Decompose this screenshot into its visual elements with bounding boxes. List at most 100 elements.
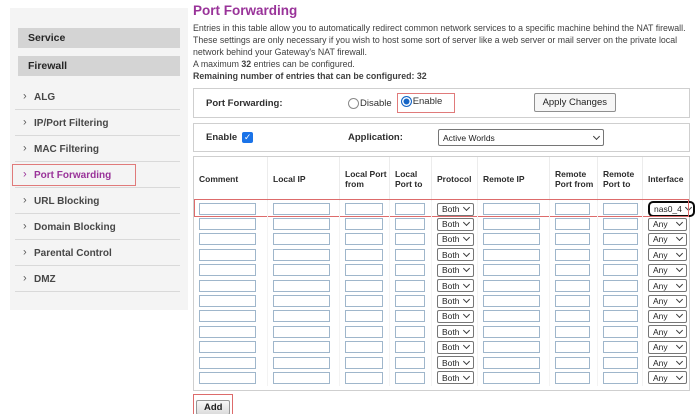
remote-port-from-input[interactable] — [555, 295, 590, 307]
remote-ip-input[interactable] — [483, 203, 540, 215]
remote-ip-input[interactable] — [483, 357, 540, 369]
local-port-from-input[interactable] — [345, 310, 383, 322]
local-ip-input[interactable] — [273, 295, 330, 307]
remote-port-from-input[interactable] — [555, 249, 590, 261]
local-port-to-input[interactable] — [395, 264, 425, 276]
protocol-select[interactable]: Both — [437, 218, 474, 231]
remote-port-to-input[interactable] — [603, 264, 638, 276]
sidebar-item-domain-blocking[interactable]: ›Domain Blocking — [10, 214, 188, 240]
local-ip-input[interactable] — [273, 233, 330, 245]
remote-port-to-input[interactable] — [603, 341, 638, 353]
protocol-select[interactable]: Both — [437, 279, 474, 292]
local-ip-input[interactable] — [273, 341, 330, 353]
local-port-to-input[interactable] — [395, 203, 425, 215]
local-port-to-input[interactable] — [395, 357, 425, 369]
local-port-to-input[interactable] — [395, 326, 425, 338]
remote-ip-input[interactable] — [483, 295, 540, 307]
comment-input[interactable] — [199, 357, 256, 369]
checkbox-checked-icon[interactable]: ✓ — [242, 132, 253, 143]
local-port-from-input[interactable] — [345, 372, 383, 384]
comment-input[interactable] — [199, 203, 256, 215]
local-port-to-input[interactable] — [395, 218, 425, 230]
remote-port-to-input[interactable] — [603, 295, 638, 307]
disable-radio[interactable]: Disable — [348, 98, 392, 109]
protocol-select[interactable]: Both — [437, 248, 474, 261]
local-port-to-input[interactable] — [395, 295, 425, 307]
radio-icon[interactable] — [348, 98, 359, 109]
remote-ip-input[interactable] — [483, 233, 540, 245]
interface-select[interactable]: Any — [648, 371, 687, 384]
comment-input[interactable] — [199, 218, 256, 230]
remote-ip-input[interactable] — [483, 372, 540, 384]
protocol-select[interactable]: Both — [437, 371, 474, 384]
sidebar-item-ip-port-filtering[interactable]: ›IP/Port Filtering — [10, 110, 188, 136]
interface-select[interactable]: Any — [648, 341, 687, 354]
interface-select[interactable]: Any — [648, 325, 687, 338]
comment-input[interactable] — [199, 280, 256, 292]
local-port-from-input[interactable] — [345, 264, 383, 276]
protocol-select[interactable]: Both — [437, 310, 474, 323]
protocol-select[interactable]: Both — [437, 233, 474, 246]
protocol-select[interactable]: Both — [437, 264, 474, 277]
remote-port-from-input[interactable] — [555, 372, 590, 384]
remote-port-from-input[interactable] — [555, 310, 590, 322]
remote-ip-input[interactable] — [483, 264, 540, 276]
sidebar-item-alg[interactable]: ›ALG — [10, 84, 188, 110]
protocol-select[interactable]: Both — [437, 341, 474, 354]
local-port-from-input[interactable] — [345, 341, 383, 353]
local-ip-input[interactable] — [273, 357, 330, 369]
remote-ip-input[interactable] — [483, 326, 540, 338]
remote-port-from-input[interactable] — [555, 264, 590, 276]
comment-input[interactable] — [199, 249, 256, 261]
local-port-from-input[interactable] — [345, 218, 383, 230]
remote-port-from-input[interactable] — [555, 357, 590, 369]
interface-select[interactable]: Any — [648, 356, 687, 369]
local-ip-input[interactable] — [273, 326, 330, 338]
interface-select[interactable]: Any — [648, 233, 687, 246]
remote-port-to-input[interactable] — [603, 326, 638, 338]
radio-checked-icon[interactable] — [401, 96, 412, 107]
comment-input[interactable] — [199, 233, 256, 245]
remote-port-from-input[interactable] — [555, 341, 590, 353]
comment-input[interactable] — [199, 295, 256, 307]
local-port-from-input[interactable] — [345, 249, 383, 261]
interface-select[interactable]: Any — [648, 264, 687, 277]
local-port-to-input[interactable] — [395, 280, 425, 292]
remote-ip-input[interactable] — [483, 249, 540, 261]
sidebar-section-firewall[interactable]: Firewall — [18, 56, 180, 76]
local-ip-input[interactable] — [273, 280, 330, 292]
sidebar-item-mac-filtering[interactable]: ›MAC Filtering — [10, 136, 188, 162]
local-ip-input[interactable] — [273, 249, 330, 261]
interface-select[interactable]: Any — [648, 279, 687, 292]
sidebar-item-dmz[interactable]: ›DMZ — [10, 266, 188, 292]
remote-port-to-input[interactable] — [603, 280, 638, 292]
remote-port-from-input[interactable] — [555, 233, 590, 245]
enable-radio[interactable]: Enable — [401, 96, 443, 107]
sidebar-item-port-forwarding[interactable]: ›Port Forwarding — [10, 162, 188, 188]
local-ip-input[interactable] — [273, 310, 330, 322]
add-button[interactable]: Add — [196, 400, 230, 414]
sidebar-item-parental-control[interactable]: ›Parental Control — [10, 240, 188, 266]
local-port-to-input[interactable] — [395, 249, 425, 261]
interface-select[interactable]: Any — [648, 295, 687, 308]
local-port-from-input[interactable] — [345, 295, 383, 307]
local-ip-input[interactable] — [273, 218, 330, 230]
remote-port-from-input[interactable] — [555, 280, 590, 292]
remote-ip-input[interactable] — [483, 218, 540, 230]
local-port-from-input[interactable] — [345, 326, 383, 338]
remote-port-to-input[interactable] — [603, 233, 638, 245]
apply-changes-button[interactable]: Apply Changes — [534, 93, 616, 112]
remote-ip-input[interactable] — [483, 341, 540, 353]
interface-select[interactable]: nas0_4 — [648, 201, 695, 217]
local-port-to-input[interactable] — [395, 341, 425, 353]
remote-port-to-input[interactable] — [603, 310, 638, 322]
sidebar-section-service[interactable]: Service — [18, 28, 180, 48]
comment-input[interactable] — [199, 264, 256, 276]
remote-port-to-input[interactable] — [603, 249, 638, 261]
sidebar-item-url-blocking[interactable]: ›URL Blocking — [10, 188, 188, 214]
local-port-from-input[interactable] — [345, 233, 383, 245]
remote-port-from-input[interactable] — [555, 326, 590, 338]
interface-select[interactable]: Any — [648, 218, 687, 231]
comment-input[interactable] — [199, 372, 256, 384]
protocol-select[interactable]: Both — [437, 325, 474, 338]
